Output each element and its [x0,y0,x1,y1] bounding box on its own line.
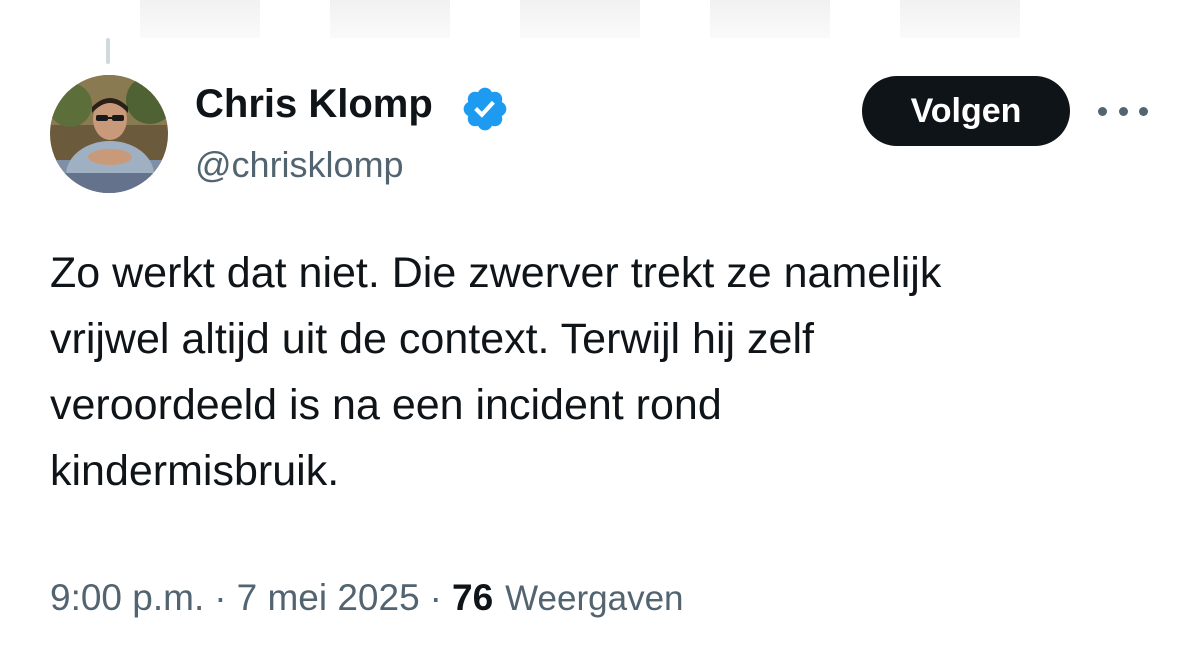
user-handle[interactable]: @chrisklomp [195,144,404,186]
follow-button[interactable]: Volgen [862,76,1070,146]
meta-separator: · [429,577,442,618]
views-count: 76 [452,577,494,618]
tweet-text: Zo werkt dat niet. Die zwerver trekt ze … [50,240,1160,504]
tweet-meta: 9:00 p.m. · 7 mei 2025 · 76 Weergaven [50,577,684,619]
tweet-text-line: veroordeeld is na een incident rond [50,381,722,429]
verified-badge-icon [463,87,507,131]
views-label: Weergaven [505,579,684,618]
previous-tweet-fade [0,0,1200,40]
meta-separator: · [214,577,227,618]
tweet-time[interactable]: 9:00 p.m. [50,577,204,619]
tweet-text-line: Zo werkt dat niet. Die zwerver trekt ze … [50,249,942,297]
tweet-view: Chris Klomp @chrisklomp Volgen Zo werkt … [0,0,1200,655]
display-name[interactable]: Chris Klomp [195,82,433,127]
thread-connector-line [106,38,110,64]
avatar[interactable] [50,75,168,193]
tweet-text-line: kindermisbruik. [50,447,340,495]
tweet-text-line: vrijwel altijd uit de context. Terwijl h… [50,315,814,363]
tweet-date[interactable]: 7 mei 2025 [237,577,420,619]
more-options-icon[interactable] [1098,98,1148,124]
